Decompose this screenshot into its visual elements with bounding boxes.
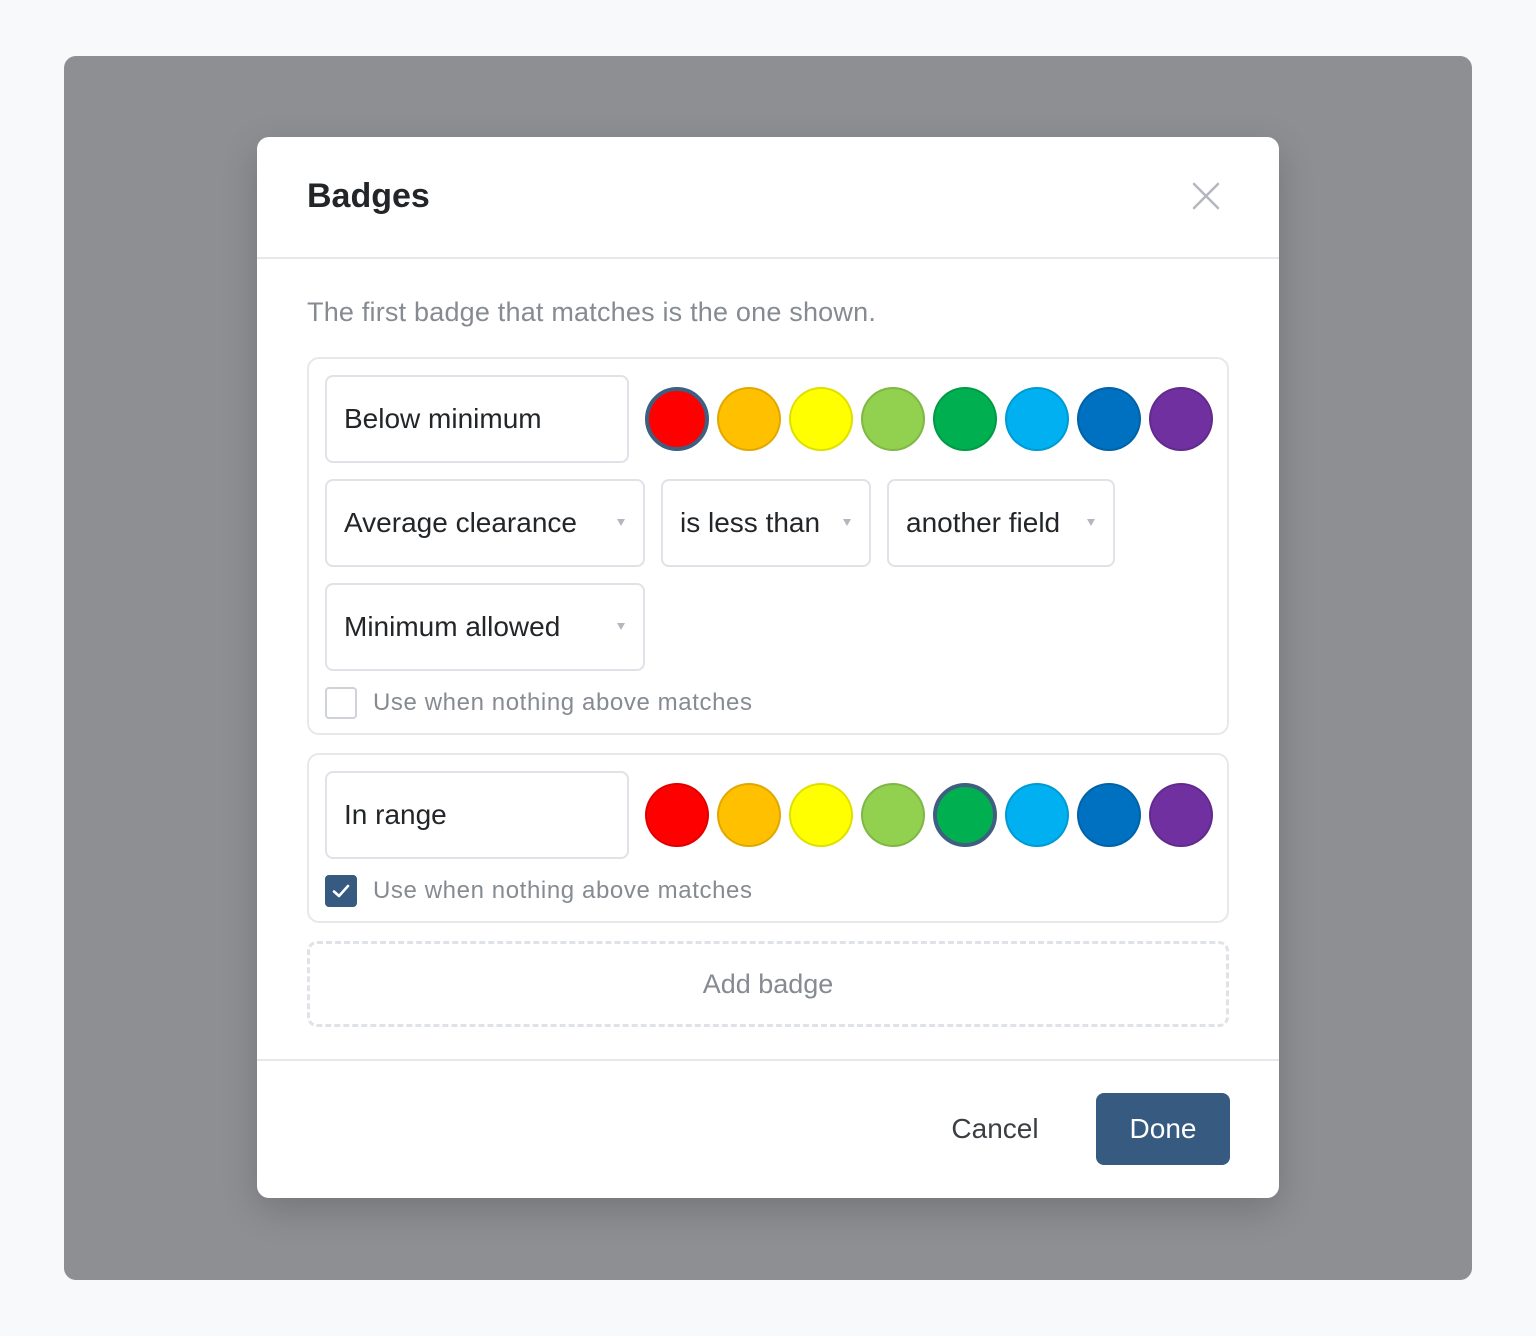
color-swatch[interactable] <box>861 783 925 847</box>
color-swatch[interactable] <box>789 783 853 847</box>
color-swatch[interactable] <box>645 783 709 847</box>
cancel-button[interactable]: Cancel <box>933 1093 1057 1165</box>
badge-name-input[interactable] <box>325 375 629 463</box>
color-swatch[interactable] <box>717 387 781 451</box>
fallback-label: Use when nothing above matches <box>373 877 753 904</box>
caret-down-icon <box>843 519 851 526</box>
fallback-checkbox[interactable] <box>325 875 357 907</box>
other-field-select[interactable]: Minimum allowed <box>325 583 645 671</box>
badge-card: Average clearance is less than another f… <box>307 357 1229 735</box>
operator-select-value: is less than <box>680 507 821 538</box>
color-swatch[interactable] <box>933 387 997 451</box>
field-select-value: Average clearance <box>344 507 577 538</box>
color-swatch[interactable] <box>1077 387 1141 451</box>
close-button[interactable] <box>1187 177 1225 215</box>
operator-select[interactable]: is less than <box>661 479 871 567</box>
dialog-title: Badges <box>307 177 430 215</box>
fallback-row: Use when nothing above matches <box>325 687 753 719</box>
color-swatch[interactable] <box>789 387 853 451</box>
dialog-hint: The first badge that matches is the one … <box>307 297 877 327</box>
badges-dialog: Badges The first badge that matches is t… <box>257 137 1279 1198</box>
color-swatch[interactable] <box>645 387 709 451</box>
compare-to-select[interactable]: another field <box>887 479 1115 567</box>
checkmark-icon <box>332 884 350 898</box>
color-swatch[interactable] <box>1077 783 1141 847</box>
fallback-checkbox[interactable] <box>325 687 357 719</box>
color-swatch[interactable] <box>1005 783 1069 847</box>
caret-down-icon <box>617 623 625 630</box>
fallback-row: Use when nothing above matches <box>325 875 753 907</box>
badge-card: Use when nothing above matches <box>307 753 1229 923</box>
fallback-label: Use when nothing above matches <box>373 689 753 716</box>
add-badge-button[interactable]: Add badge <box>307 941 1229 1027</box>
badge-name-input[interactable] <box>325 771 629 859</box>
color-swatch[interactable] <box>717 783 781 847</box>
compare-to-select-value: another field <box>906 507 1061 538</box>
color-swatch[interactable] <box>1005 387 1069 451</box>
color-swatch[interactable] <box>1149 783 1213 847</box>
dialog-header: Badges <box>257 137 1279 259</box>
caret-down-icon <box>617 519 625 526</box>
field-select[interactable]: Average clearance <box>325 479 645 567</box>
color-swatch[interactable] <box>1149 387 1213 451</box>
color-swatch[interactable] <box>861 387 925 451</box>
done-button[interactable]: Done <box>1096 1093 1230 1165</box>
color-swatches <box>645 783 1213 847</box>
color-swatch[interactable] <box>933 783 997 847</box>
color-swatches <box>645 387 1213 451</box>
caret-down-icon <box>1087 519 1095 526</box>
dialog-footer: Cancel Done <box>257 1059 1279 1198</box>
close-icon <box>1192 182 1220 210</box>
other-field-select-value: Minimum allowed <box>344 611 561 642</box>
